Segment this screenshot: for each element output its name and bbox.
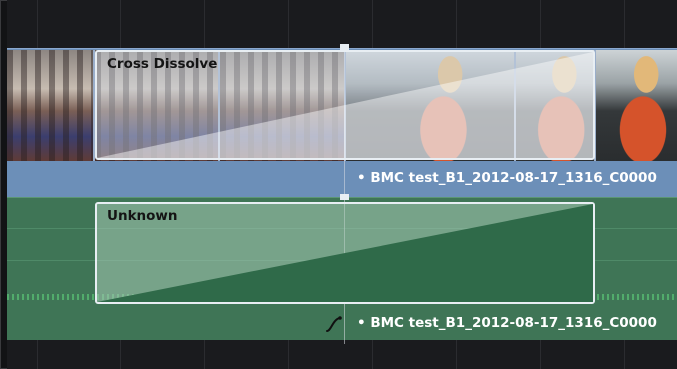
curve-icon[interactable]: [325, 315, 343, 333]
empty-track-bottom: [7, 339, 677, 369]
video-thumbnail: [596, 50, 677, 161]
audio-clip-name: • BMC test_B1_2012-08-17_1316_C0000: [357, 315, 657, 331]
video-clip-name: • BMC test_B1_2012-08-17_1316_C0000: [357, 170, 657, 186]
transition-name: Cross Dissolve: [107, 56, 218, 72]
video-thumbnail: [7, 50, 95, 161]
transition-name: Unknown: [107, 208, 178, 224]
video-transition[interactable]: Cross Dissolve: [95, 50, 595, 160]
audio-transition[interactable]: Unknown: [95, 202, 595, 304]
empty-track-top: [7, 0, 677, 48]
edit-point-marker: [340, 194, 349, 200]
timeline[interactable]: • BMC test_B1_2012-08-17_1316_C0000 • BM…: [7, 0, 677, 369]
